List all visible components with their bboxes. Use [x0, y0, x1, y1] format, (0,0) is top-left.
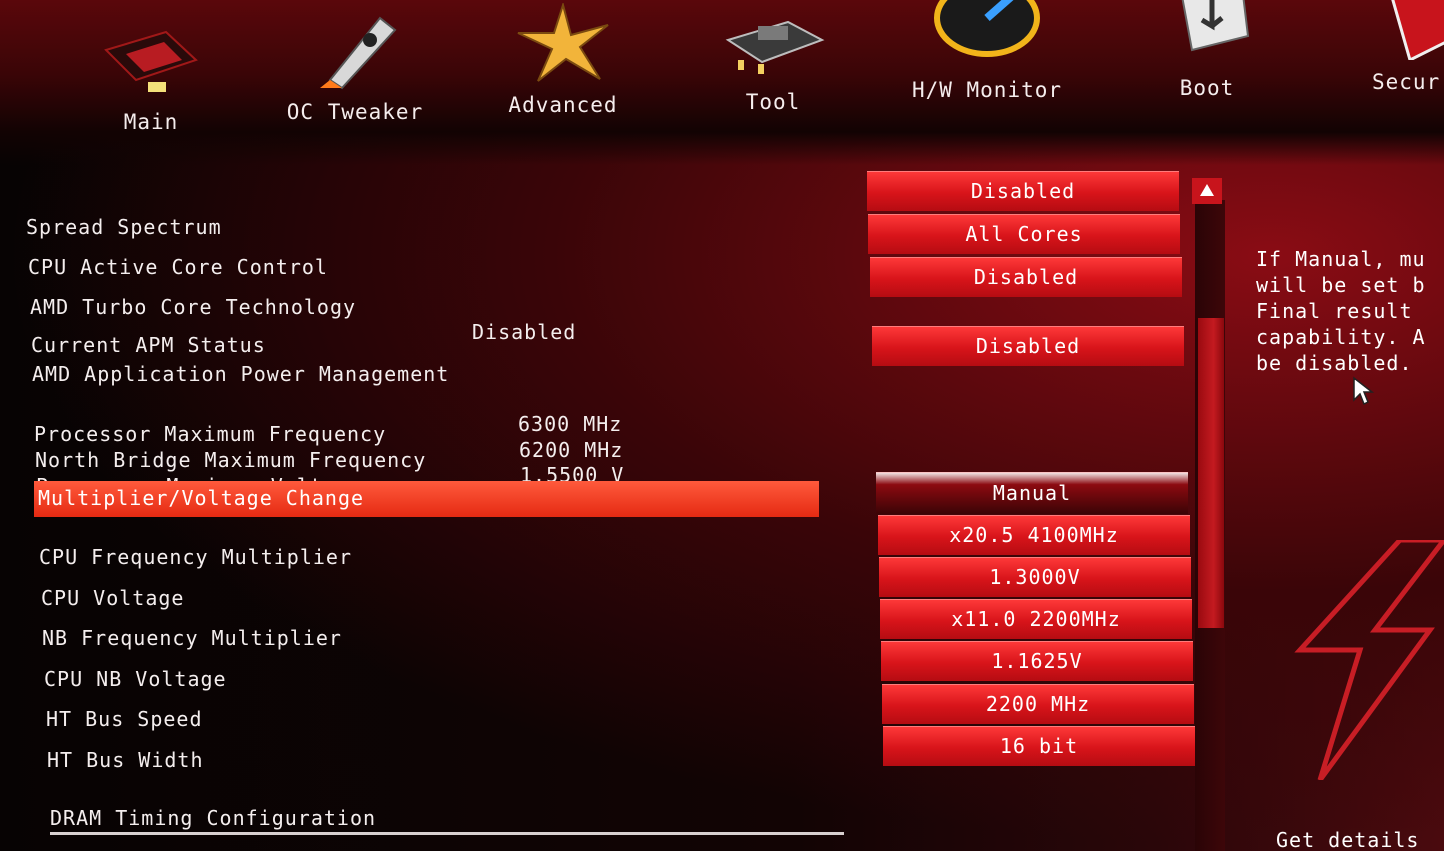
arrow-up-icon [1200, 184, 1214, 196]
top-navigation: Main OC Tweaker Advanced Tool H/W Monito… [0, 0, 1444, 165]
star-burst-icon [517, 3, 609, 82]
gauge-icon [934, 0, 1040, 57]
nb-freq-mult-label[interactable]: NB Frequency Multiplier [42, 626, 342, 650]
help-line: capability. A [1256, 325, 1426, 349]
tab-oc-tweaker-label: OC Tweaker [286, 100, 424, 124]
scroll-up-button[interactable] [1192, 178, 1222, 204]
dram-timing-label[interactable]: DRAM Timing Configuration [50, 806, 376, 830]
nb-max-freq-value: 6200 MHz [519, 438, 624, 462]
lightning-logo-icon [1294, 540, 1444, 780]
divider-line [50, 832, 844, 835]
spread-spectrum-label[interactable]: Spread Spectrum [26, 215, 222, 239]
toolbox-icon [725, 20, 825, 74]
tab-hw-monitor-label: H/W Monitor [911, 78, 1063, 102]
multiplier-voltage-option[interactable]: Manual [876, 472, 1188, 514]
ht-bus-width-label[interactable]: HT Bus Width [47, 748, 204, 772]
tab-oc-tweaker[interactable]: OC Tweaker [260, 10, 450, 124]
amd-turbo-core-option[interactable]: Disabled [870, 257, 1182, 297]
cpu-freq-mult-option[interactable]: x20.5 4100MHz [878, 515, 1190, 555]
ht-bus-width-option[interactable]: 16 bit [883, 726, 1195, 766]
tab-tool-label: Tool [745, 90, 801, 114]
proc-max-freq-label: Processor Maximum Frequency [34, 422, 387, 446]
ht-bus-speed-option[interactable]: 2200 MHz [882, 684, 1194, 724]
cpu-freq-mult-label[interactable]: CPU Frequency Multiplier [39, 545, 352, 569]
tab-boot-label: Boot [1179, 76, 1235, 100]
cpu-nb-voltage-option[interactable]: 1.1625V [881, 641, 1193, 681]
cpu-nb-voltage-label[interactable]: CPU NB Voltage [44, 667, 227, 691]
tab-main[interactable]: Main [56, 20, 246, 134]
tab-main-label: Main [123, 110, 179, 134]
cpu-voltage-label[interactable]: CPU Voltage [41, 586, 184, 610]
selected-row-multiplier-voltage[interactable]: Multiplier/Voltage Change [34, 481, 819, 517]
tab-boot[interactable]: Boot [1112, 0, 1302, 100]
cpu-active-core-option[interactable]: All Cores [868, 214, 1180, 254]
multiplier-voltage-change-label: Multiplier/Voltage Change [38, 486, 365, 510]
amd-apm-option[interactable]: Disabled [872, 326, 1184, 366]
amd-apm-label[interactable]: AMD Application Power Management [32, 362, 449, 386]
nb-freq-mult-option[interactable]: x11.0 2200MHz [880, 599, 1192, 639]
nb-max-freq-label: North Bridge Maximum Frequency [35, 448, 427, 472]
cpu-active-core-label[interactable]: CPU Active Core Control [28, 255, 328, 279]
get-details-text[interactable]: Get details [1276, 828, 1419, 851]
spread-spectrum-option[interactable]: Disabled [867, 171, 1179, 211]
tab-hw-monitor[interactable]: H/W Monitor [892, 0, 1082, 102]
help-line: will be set b [1256, 273, 1426, 297]
current-apm-status-label: Current APM Status [31, 333, 266, 357]
tab-tool[interactable]: Tool [678, 0, 868, 114]
cpu-voltage-option[interactable]: 1.3000V [879, 557, 1191, 597]
help-line: If Manual, mu [1256, 247, 1426, 271]
help-line: be disabled. [1256, 351, 1413, 375]
mouse-cursor-icon [1353, 376, 1375, 406]
scrollbar-thumb[interactable] [1198, 318, 1224, 628]
tab-security-label: Secur [1372, 70, 1441, 94]
rocket-icon [320, 16, 397, 90]
tab-advanced-label: Advanced [508, 93, 618, 117]
proc-max-freq-value: 6300 MHz [518, 412, 623, 436]
help-panel: If Manual, mu will be set b Final result… [1256, 246, 1444, 376]
help-line: Final result [1256, 299, 1413, 323]
boot-arrow-icon [1181, 0, 1250, 52]
tab-advanced[interactable]: Advanced [468, 3, 658, 117]
tab-security[interactable]: Secur [1310, 0, 1444, 94]
shield-icon [1391, 0, 1444, 60]
current-apm-status-value: Disabled [472, 320, 577, 344]
amd-turbo-core-label[interactable]: AMD Turbo Core Technology [30, 295, 356, 319]
asrock-chip-icon [104, 30, 198, 92]
ht-bus-speed-label[interactable]: HT Bus Speed [46, 707, 203, 731]
